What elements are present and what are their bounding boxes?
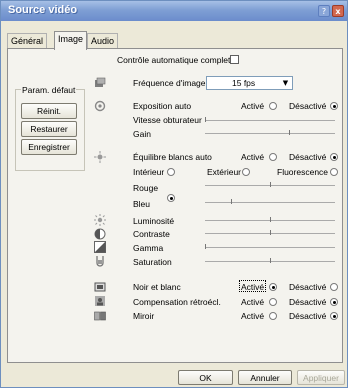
red-label: Rouge (133, 183, 159, 193)
backlight-on-label: Activé (241, 297, 265, 307)
window-title: Source vidéo (8, 4, 78, 16)
shutter-slider[interactable] (205, 117, 335, 125)
backlight-icon (95, 296, 105, 306)
backlight-off-radio[interactable] (330, 298, 338, 306)
gamma-label: Gamma (133, 243, 164, 253)
blue-label: Bleu (133, 199, 151, 209)
contrast-icon (94, 228, 106, 240)
white-balance-label: Équilibre blancs auto (133, 152, 212, 162)
reset-button[interactable]: Réinit. (21, 103, 77, 119)
black-white-on-radio[interactable] (269, 283, 277, 291)
brightness-slider-thumb[interactable] (270, 217, 271, 222)
gamma-slider-thumb[interactable] (205, 244, 206, 249)
mirror-icon (94, 311, 106, 321)
ok-button[interactable]: OK (178, 370, 233, 385)
backlight-off-label: Désactivé (289, 297, 327, 307)
brightness-slider[interactable] (205, 217, 335, 225)
exposure-on-radio[interactable] (269, 102, 277, 110)
shutter-slider-thumb[interactable] (205, 117, 206, 122)
exposure-label: Exposition auto (133, 101, 192, 111)
auto-control-checkbox[interactable] (230, 55, 239, 64)
exposure-icon (94, 100, 106, 112)
saturation-slider[interactable] (205, 258, 335, 266)
cancel-button[interactable]: Annuler (238, 370, 292, 385)
frame-rate-value: 15 fps (232, 78, 256, 88)
exposure-off-radio[interactable] (330, 102, 338, 110)
white-balance-off-label: Désactivé (289, 152, 327, 162)
outdoor-label: Extérieur (207, 167, 242, 177)
gain-slider[interactable] (205, 130, 335, 138)
saturation-slider-thumb[interactable] (270, 258, 271, 263)
defaults-group-title: Param. défaut (21, 85, 77, 95)
saturation-icon (96, 256, 104, 267)
black-white-on-label: Activé (241, 282, 265, 292)
gamma-icon (94, 241, 106, 253)
chevron-down-icon: ▼ (282, 79, 289, 87)
shutter-label: Vitesse obturateur (133, 115, 202, 125)
mirror-on-radio[interactable] (269, 312, 277, 320)
tab-general[interactable]: Général (7, 33, 48, 49)
black-white-off-label: Désactivé (289, 282, 327, 292)
fluorescent-label: Fluorescence (277, 167, 329, 177)
save-defaults-button[interactable]: Enregistrer (21, 139, 77, 155)
saturation-label: Saturation (133, 257, 172, 267)
indoor-radio[interactable] (167, 168, 175, 176)
mirror-off-label: Désactivé (289, 311, 327, 321)
backlight-on-radio[interactable] (269, 298, 277, 306)
video-source-dialog: Source vidéo ? x Général Image Audio Con… (0, 0, 348, 388)
tab-image[interactable]: Image (54, 31, 88, 50)
backlight-label: Compensation rétroécl. (133, 297, 221, 307)
white-balance-on-label: Activé (241, 152, 265, 162)
outdoor-radio[interactable] (242, 168, 250, 176)
gain-slider-thumb[interactable] (289, 130, 290, 135)
brightness-label: Luminosité (133, 216, 175, 226)
white-balance-icon (94, 151, 106, 163)
tab-audio[interactable]: Audio (87, 33, 119, 49)
exposure-off-label: Désactivé (289, 101, 327, 111)
red-blue-selector-radio[interactable] (167, 194, 175, 202)
mirror-off-radio[interactable] (330, 312, 338, 320)
frame-rate-select[interactable]: 15 fps ▼ (206, 76, 293, 90)
auto-control-label: Contrôle automatique complet (117, 55, 231, 65)
gain-label: Gain (133, 129, 151, 139)
blue-slider-thumb[interactable] (231, 199, 232, 204)
red-slider[interactable] (205, 182, 335, 190)
mirror-label: Miroir (133, 311, 155, 321)
blue-slider[interactable] (205, 199, 335, 207)
apply-button[interactable]: Appliquer (297, 370, 345, 385)
gamma-slider[interactable] (205, 244, 335, 252)
mirror-on-label: Activé (241, 311, 265, 321)
frame-rate-icon (95, 77, 106, 87)
exposure-on-label: Activé (241, 101, 265, 111)
title-bar: Source vidéo ? x (1, 1, 347, 21)
fluorescent-radio[interactable] (330, 168, 338, 176)
frame-rate-label: Fréquence d'image (133, 78, 206, 88)
contrast-label: Contraste (133, 229, 170, 239)
white-balance-off-radio[interactable] (330, 153, 338, 161)
black-white-icon (94, 282, 106, 292)
red-slider-thumb[interactable] (270, 182, 271, 187)
help-button[interactable]: ? (318, 5, 330, 17)
brightness-icon (94, 214, 106, 226)
restore-button[interactable]: Restaurer (21, 121, 77, 137)
contrast-slider-thumb[interactable] (270, 230, 271, 235)
black-white-label: Noir et blanc (133, 282, 181, 292)
black-white-off-radio[interactable] (330, 283, 338, 291)
indoor-label: Intérieur (133, 167, 165, 177)
contrast-slider[interactable] (205, 230, 335, 238)
close-button[interactable]: x (332, 5, 344, 17)
white-balance-on-radio[interactable] (269, 153, 277, 161)
